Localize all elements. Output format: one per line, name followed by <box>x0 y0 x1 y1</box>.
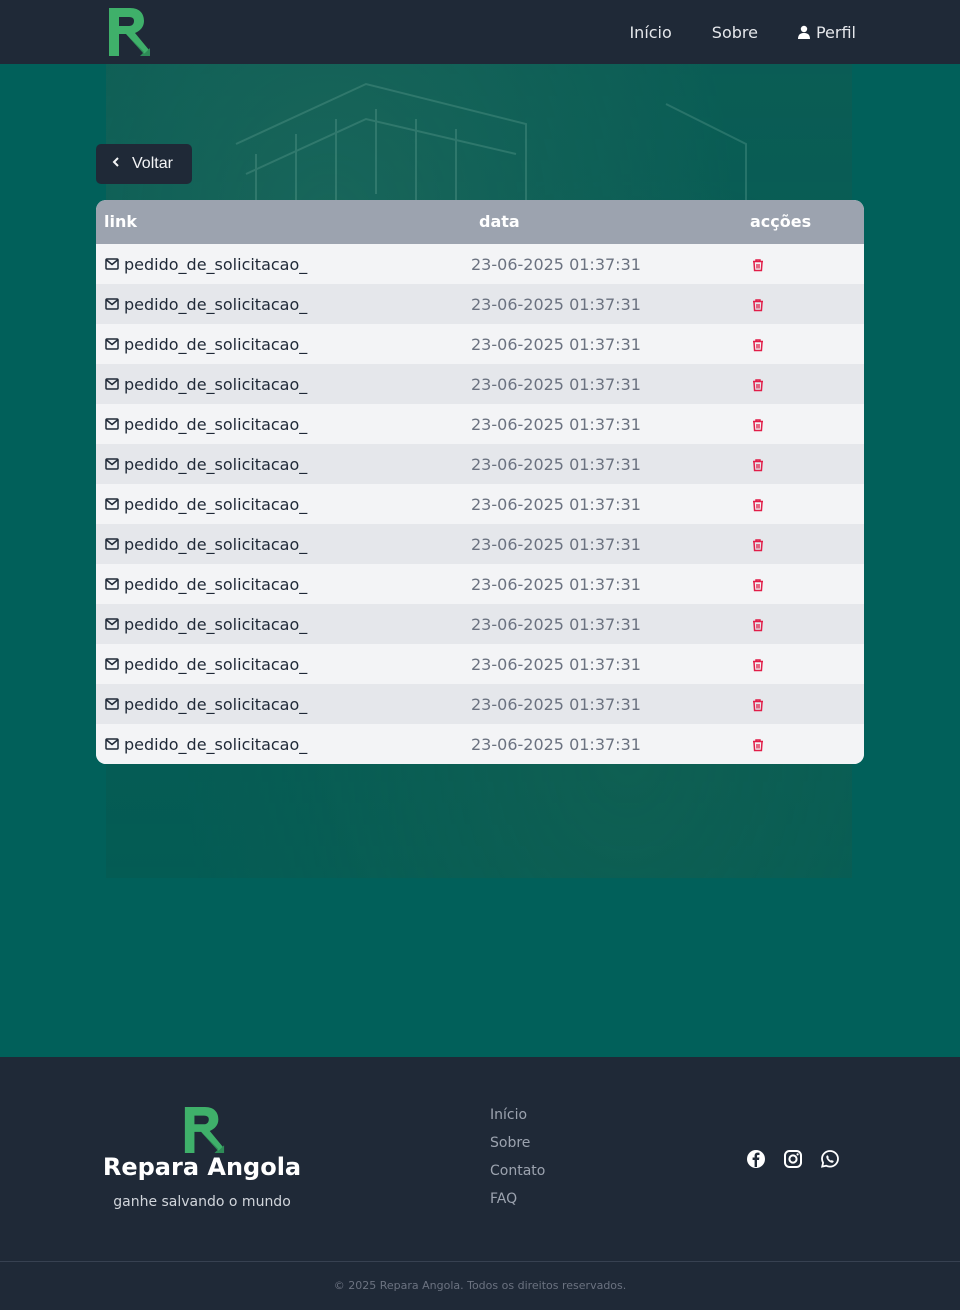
footer-link-inicio[interactable]: Início <box>490 1107 545 1126</box>
mail-icon <box>105 335 119 354</box>
table-body: pedido_de_solicitacao_ 23-06-2025 01:37:3… <box>96 244 864 764</box>
trash-icon[interactable] <box>751 417 765 432</box>
request-date: 23-06-2025 01:37:31 <box>471 734 641 754</box>
table-header: link data acções <box>96 200 864 244</box>
request-date: 23-06-2025 01:37:31 <box>471 334 641 354</box>
table-row: pedido_de_solicitacao_ 23-06-2025 01:37:3… <box>96 604 864 644</box>
table-row: pedido_de_solicitacao_ 23-06-2025 01:37:3… <box>96 524 864 564</box>
request-link[interactable]: pedido_de_solicitacao_ <box>105 604 307 644</box>
request-date: 23-06-2025 01:37:31 <box>471 694 641 714</box>
mail-icon <box>105 575 119 594</box>
mail-icon <box>105 415 119 434</box>
footer-logo-icon <box>182 1105 226 1155</box>
navbar: Início Sobre Perfil <box>0 0 960 64</box>
mail-icon <box>105 735 119 754</box>
footer-brand: Repara Angola <box>102 1153 302 1181</box>
footer-link-contato[interactable]: Contato <box>490 1163 545 1182</box>
request-link[interactable]: pedido_de_solicitacao_ <box>105 244 307 284</box>
mail-icon <box>105 455 119 474</box>
column-header-link: link <box>104 212 137 231</box>
request-link[interactable]: pedido_de_solicitacao_ <box>105 364 307 404</box>
table-row: pedido_de_solicitacao_ 23-06-2025 01:37:3… <box>96 684 864 724</box>
request-link[interactable]: pedido_de_solicitacao_ <box>105 684 307 724</box>
trash-icon[interactable] <box>751 537 765 552</box>
facebook-icon[interactable] <box>746 1149 766 1169</box>
mail-icon <box>105 375 119 394</box>
column-header-data: data <box>479 212 520 231</box>
table-row: pedido_de_solicitacao_ 23-06-2025 01:37:3… <box>96 284 864 324</box>
request-link[interactable]: pedido_de_solicitacao_ <box>105 644 307 684</box>
request-date: 23-06-2025 01:37:31 <box>471 654 641 674</box>
request-link[interactable]: pedido_de_solicitacao_ <box>105 564 307 604</box>
table-row: pedido_de_solicitacao_ 23-06-2025 01:37:3… <box>96 444 864 484</box>
request-date: 23-06-2025 01:37:31 <box>471 454 641 474</box>
mail-icon <box>105 615 119 634</box>
whatsapp-icon[interactable] <box>820 1149 840 1169</box>
instagram-icon[interactable] <box>783 1149 803 1169</box>
mail-icon <box>105 495 119 514</box>
copyright: © 2025 Repara Angola. Todos os direitos … <box>333 1279 627 1292</box>
mail-icon <box>105 655 119 674</box>
nav-link-inicio[interactable]: Início <box>629 23 671 42</box>
table-row: pedido_de_solicitacao_ 23-06-2025 01:37:3… <box>96 244 864 284</box>
repara-logo-icon[interactable] <box>106 6 152 58</box>
trash-icon[interactable] <box>751 257 765 272</box>
mail-icon <box>105 695 119 714</box>
request-date: 23-06-2025 01:37:31 <box>471 414 641 434</box>
table-row: pedido_de_solicitacao_ 23-06-2025 01:37:3… <box>96 404 864 444</box>
user-icon <box>797 25 810 39</box>
mail-icon <box>105 255 119 274</box>
table-row: pedido_de_solicitacao_ 23-06-2025 01:37:3… <box>96 724 864 764</box>
column-header-acoes: acções <box>750 212 812 231</box>
trash-icon[interactable] <box>751 457 765 472</box>
footer-divider <box>0 1261 960 1262</box>
request-date: 23-06-2025 01:37:31 <box>471 294 641 314</box>
request-date: 23-06-2025 01:37:31 <box>471 254 641 274</box>
footer-link-sobre[interactable]: Sobre <box>490 1135 545 1154</box>
mail-icon <box>105 295 119 314</box>
request-link[interactable]: pedido_de_solicitacao_ <box>105 444 307 484</box>
request-date: 23-06-2025 01:37:31 <box>471 494 641 514</box>
request-link[interactable]: pedido_de_solicitacao_ <box>105 724 307 764</box>
nav-link-sobre[interactable]: Sobre <box>712 23 758 42</box>
trash-icon[interactable] <box>751 657 765 672</box>
footer: Repara Angola ganhe salvando o mundo Iní… <box>0 1057 960 1310</box>
request-link[interactable]: pedido_de_solicitacao_ <box>105 324 307 364</box>
chevron-left-icon <box>112 155 120 173</box>
table-row: pedido_de_solicitacao_ 23-06-2025 01:37:3… <box>96 564 864 604</box>
mail-icon <box>105 535 119 554</box>
request-date: 23-06-2025 01:37:31 <box>471 374 641 394</box>
table-row: pedido_de_solicitacao_ 23-06-2025 01:37:3… <box>96 364 864 404</box>
trash-icon[interactable] <box>751 697 765 712</box>
back-button[interactable]: Voltar <box>96 144 192 184</box>
trash-icon[interactable] <box>751 737 765 752</box>
trash-icon[interactable] <box>751 617 765 632</box>
table-row: pedido_de_solicitacao_ 23-06-2025 01:37:3… <box>96 324 864 364</box>
footer-links: Início Sobre Contato FAQ <box>490 1107 545 1210</box>
request-link[interactable]: pedido_de_solicitacao_ <box>105 524 307 564</box>
trash-icon[interactable] <box>751 337 765 352</box>
request-link[interactable]: pedido_de_solicitacao_ <box>105 284 307 324</box>
request-link[interactable]: pedido_de_solicitacao_ <box>105 484 307 524</box>
table-row: pedido_de_solicitacao_ 23-06-2025 01:37:3… <box>96 484 864 524</box>
nav-link-perfil[interactable]: Perfil <box>797 23 856 42</box>
footer-tagline: ganhe salvando o mundo <box>113 1194 291 1210</box>
request-date: 23-06-2025 01:37:31 <box>471 614 641 634</box>
requests-table: link data acções pedido_de_solicitacao_ 2… <box>96 200 864 764</box>
request-date: 23-06-2025 01:37:31 <box>471 574 641 594</box>
trash-icon[interactable] <box>751 377 765 392</box>
nav-links: Início Sobre Perfil <box>629 0 856 64</box>
trash-icon[interactable] <box>751 497 765 512</box>
request-link[interactable]: pedido_de_solicitacao_ <box>105 404 307 444</box>
social-links <box>746 1149 840 1169</box>
table-row: pedido_de_solicitacao_ 23-06-2025 01:37:3… <box>96 644 864 684</box>
request-date: 23-06-2025 01:37:31 <box>471 534 641 554</box>
trash-icon[interactable] <box>751 577 765 592</box>
trash-icon[interactable] <box>751 297 765 312</box>
footer-link-faq[interactable]: FAQ <box>490 1191 545 1210</box>
